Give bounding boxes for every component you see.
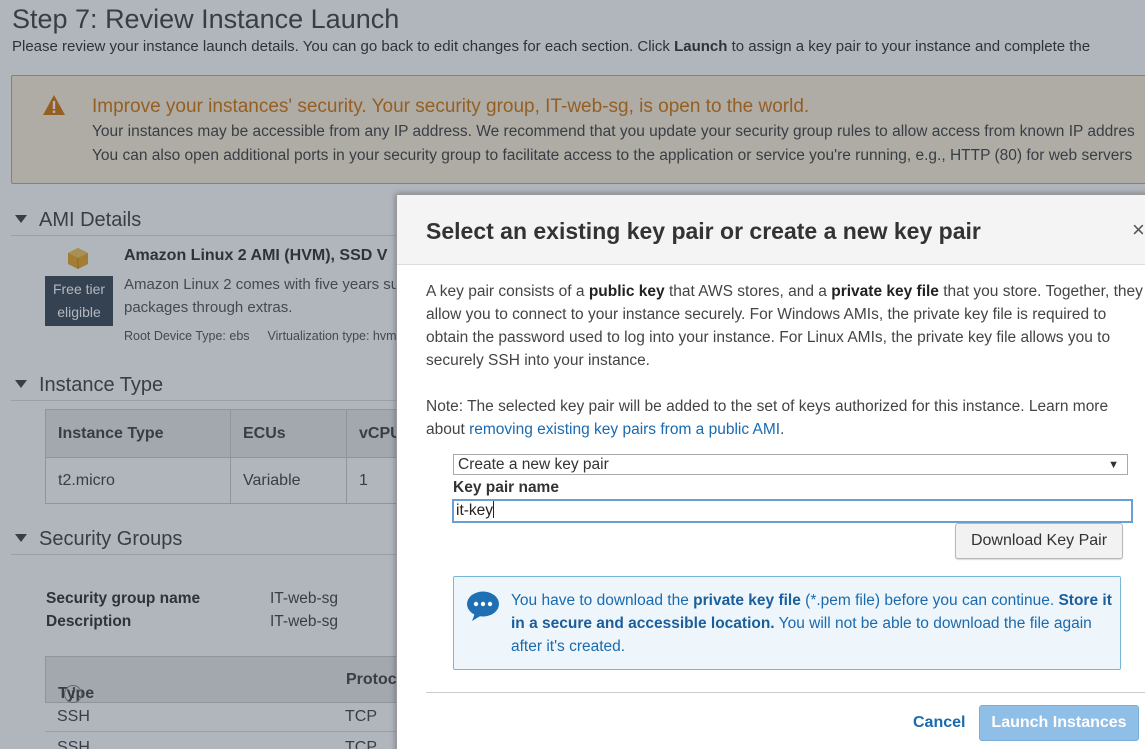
close-icon[interactable]: ×	[1132, 217, 1145, 243]
dialog-title: Select an existing key pair or create a …	[426, 218, 981, 244]
speech-bubble-icon	[467, 591, 499, 621]
download-key-pair-button[interactable]: Download Key Pair	[955, 523, 1123, 559]
key-pair-name-input[interactable]: it-key	[452, 499, 1133, 523]
key-pair-select[interactable]: Create a new key pair ▼	[453, 454, 1128, 475]
key-pair-dialog: Select an existing key pair or create a …	[396, 194, 1145, 749]
dropdown-arrow-icon: ▼	[1108, 459, 1119, 471]
launch-instances-button[interactable]: Launch Instances	[979, 705, 1139, 741]
key-pair-name-label: Key pair name	[453, 479, 559, 496]
key-pair-note: Note: The selected key pair will be adde…	[426, 398, 1109, 438]
text-cursor	[493, 501, 495, 518]
remove-key-pairs-link[interactable]: removing existing key pairs from a publi…	[469, 421, 780, 438]
key-pair-explanation: A key pair consists of a public key that…	[426, 283, 1143, 369]
cancel-button[interactable]: Cancel	[913, 714, 965, 732]
divider	[426, 692, 1145, 693]
dialog-header: Select an existing key pair or create a …	[397, 195, 1145, 265]
download-notice-text: You have to download the private key fil…	[511, 592, 1112, 655]
download-notice-box: You have to download the private key fil…	[453, 576, 1121, 670]
